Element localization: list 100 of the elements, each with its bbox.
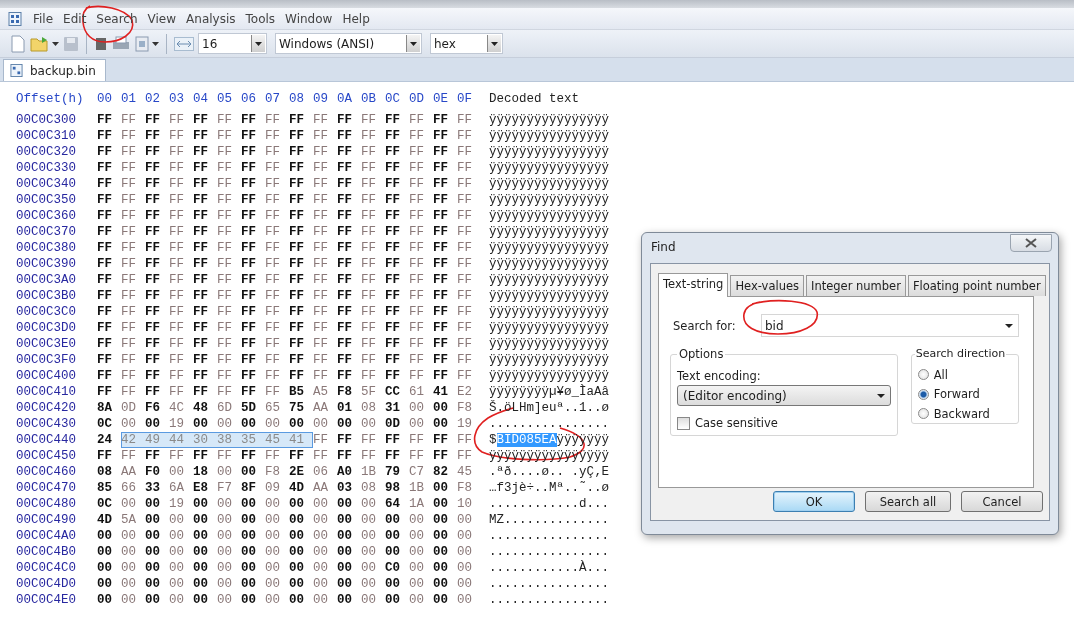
- decoded-text: $: [489, 433, 497, 447]
- column-heading: 06: [241, 91, 257, 107]
- hex-byte: FF: [385, 368, 401, 384]
- hex-byte: FF: [361, 224, 377, 240]
- hex-byte: FF: [337, 432, 353, 448]
- hex-byte: FF: [289, 128, 305, 144]
- hex-byte: FF: [361, 208, 377, 224]
- radio-button[interactable]: [917, 388, 929, 400]
- column-heading: 03: [169, 91, 185, 107]
- document-tab[interactable]: backup.bin: [3, 59, 106, 81]
- radio-button[interactable]: [917, 369, 929, 381]
- decoded-text: ÿÿÿÿÿÿÿÿÿÿÿÿÿÿÿÿ: [489, 225, 610, 239]
- hex-byte: FF: [289, 304, 305, 320]
- hex-byte: 00: [169, 512, 185, 528]
- hex-byte: FF: [313, 432, 329, 448]
- hex-byte: FF: [169, 160, 185, 176]
- hex-byte: FF: [193, 368, 209, 384]
- hex-byte: FF: [385, 224, 401, 240]
- offset-label: 00C0C370: [16, 224, 77, 240]
- dialog-tab[interactable]: Integer number: [806, 275, 906, 296]
- hex-byte: FF: [217, 272, 233, 288]
- hex-byte: FF: [217, 288, 233, 304]
- hex-byte: F8: [337, 384, 353, 400]
- print-icon[interactable]: [112, 35, 130, 52]
- hex-byte: 00: [145, 544, 161, 560]
- offset-label: 00C0C460: [16, 464, 77, 480]
- hex-byte: FF: [457, 368, 473, 384]
- hex-byte: FF: [457, 352, 473, 368]
- hex-byte: 1B: [361, 464, 377, 480]
- hex-byte: FF: [97, 352, 113, 368]
- hex-byte: FF: [217, 192, 233, 208]
- decoded-text: ................: [489, 417, 610, 431]
- hex-byte: 00: [361, 576, 377, 592]
- menu-item[interactable]: View: [142, 11, 182, 26]
- hex-byte: 00: [217, 528, 233, 544]
- offset-label: 00C0C3C0: [16, 304, 77, 320]
- checkbox[interactable]: [677, 416, 690, 430]
- hex-byte: FF: [337, 144, 353, 160]
- hex-byte: FF: [217, 384, 233, 400]
- dialog-tab[interactable]: Floating point number: [907, 275, 1046, 296]
- dialog-tab[interactable]: Text-string: [658, 273, 729, 297]
- hex-byte: FF: [97, 256, 113, 272]
- hex-byte: FF: [265, 320, 281, 336]
- caret-icon[interactable]: [52, 41, 59, 46]
- hex-byte: FF: [97, 384, 113, 400]
- hex-byte: 00: [193, 512, 209, 528]
- hex-byte: FF: [265, 144, 281, 160]
- new-file-icon[interactable]: [10, 34, 26, 53]
- dialog-tab[interactable]: Hex-values: [730, 275, 804, 296]
- hex-byte: 00: [169, 592, 185, 608]
- hex-byte: FF: [193, 288, 209, 304]
- search-field[interactable]: bid: [761, 314, 1019, 337]
- decoded-text: ÿÿÿÿÿÿÿÿÿÿÿÿÿÿÿÿ: [489, 257, 610, 271]
- hex-byte: FF: [121, 128, 137, 144]
- hex-byte: FF: [145, 256, 161, 272]
- hex-byte: 19: [169, 416, 185, 432]
- encoding-dropdown[interactable]: Windows (ANSI): [275, 33, 422, 54]
- hex-byte: FF: [433, 304, 449, 320]
- bytes-per-row-dropdown[interactable]: 16: [198, 33, 267, 54]
- close-icon: [1025, 237, 1037, 248]
- hex-byte: FF: [217, 128, 233, 144]
- hex-byte: FF: [241, 352, 257, 368]
- offset-label: 00C0C490: [16, 512, 77, 528]
- decoded-text: ÿÿÿÿÿÿÿÿµ¥ø_ÌaAâ: [489, 385, 610, 399]
- encoding-dropdown[interactable]: (Editor encoding): [677, 385, 891, 406]
- dialog-button[interactable]: Cancel: [961, 491, 1043, 512]
- stop-icon[interactable]: [94, 35, 108, 52]
- menu-item[interactable]: File: [28, 11, 59, 26]
- hex-byte: FF: [433, 224, 449, 240]
- menu-item[interactable]: Help: [337, 11, 375, 26]
- dialog-button[interactable]: OK: [773, 491, 855, 512]
- hex-byte: FF: [457, 192, 473, 208]
- dialog-button[interactable]: Search all: [865, 491, 951, 512]
- menu-item[interactable]: Analysis: [181, 11, 241, 26]
- group-title: Options: [677, 347, 726, 361]
- hex-byte: FF: [313, 112, 329, 128]
- format-dropdown[interactable]: hex: [430, 33, 503, 54]
- hex-byte: 00: [337, 592, 353, 608]
- caret-icon: [876, 393, 885, 398]
- menu-item[interactable]: Window: [280, 11, 338, 26]
- menu-item[interactable]: Tools: [240, 11, 281, 26]
- hex-byte: FF: [313, 448, 329, 464]
- close-button[interactable]: [1010, 233, 1052, 252]
- decoded-text: ÿÿÿÿÿÿÿÿÿÿÿÿÿÿÿÿ: [489, 305, 610, 319]
- hex-byte: FF: [97, 288, 113, 304]
- hex-byte: FF: [217, 368, 233, 384]
- hex-byte: FF: [193, 240, 209, 256]
- hex-byte: FF: [433, 112, 449, 128]
- caret-icon[interactable]: [152, 41, 159, 46]
- hex-byte: FF: [433, 320, 449, 336]
- hex-byte: FF: [313, 160, 329, 176]
- hex-byte: FF: [361, 144, 377, 160]
- decoded-text: ............d...: [489, 497, 610, 511]
- hex-byte: FF: [121, 336, 137, 352]
- hex-byte: FF: [169, 448, 185, 464]
- hex-byte: 00: [241, 496, 257, 512]
- radio-button[interactable]: [917, 408, 929, 420]
- hex-byte: 1B: [409, 480, 425, 496]
- hex-byte: FF: [457, 176, 473, 192]
- hex-byte: FF: [385, 272, 401, 288]
